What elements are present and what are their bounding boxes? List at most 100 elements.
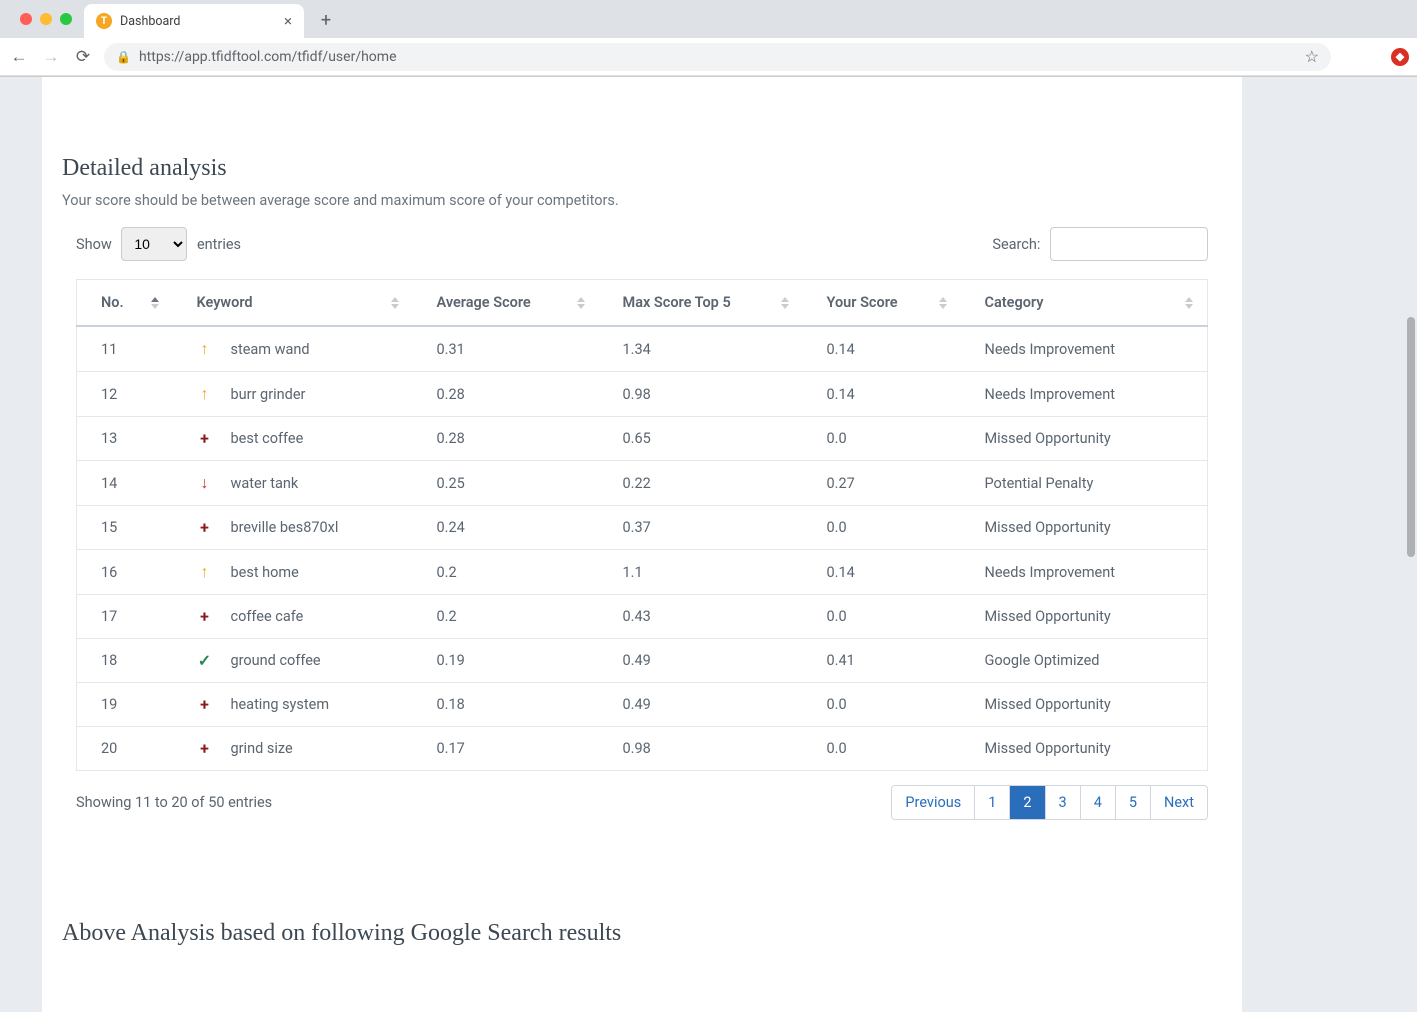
tab-title: Dashboard bbox=[120, 14, 180, 29]
close-tab-button[interactable]: × bbox=[284, 12, 292, 30]
table-row: 19+heating system0.180.490.0Missed Oppor… bbox=[77, 683, 1208, 727]
cell-your: 0.14 bbox=[803, 550, 961, 595]
cell-no: 16 bbox=[77, 550, 173, 595]
show-label: Show bbox=[76, 236, 112, 253]
cell-no: 17 bbox=[77, 595, 173, 639]
keyword-text: ground coffee bbox=[231, 652, 321, 669]
keyword-text: heating system bbox=[231, 696, 330, 713]
table-row: 14↓water tank0.250.220.27Potential Penal… bbox=[77, 461, 1208, 506]
bookmark-star-icon[interactable]: ☆ bbox=[1305, 47, 1319, 66]
section-subtitle: Your score should be between average sco… bbox=[62, 192, 1222, 209]
sort-icon bbox=[391, 297, 399, 309]
keyword-text: grind size bbox=[231, 740, 293, 757]
keyword-text: coffee cafe bbox=[231, 608, 304, 625]
pagination-page-4[interactable]: 4 bbox=[1080, 786, 1115, 819]
cell-category: Missed Opportunity bbox=[961, 506, 1208, 550]
trend-up-icon: ↑ bbox=[197, 339, 213, 359]
entries-select[interactable]: 10 bbox=[121, 227, 187, 261]
cell-category: Needs Improvement bbox=[961, 326, 1208, 372]
col-header-category[interactable]: Category bbox=[961, 280, 1208, 327]
cell-category: Needs Improvement bbox=[961, 550, 1208, 595]
cell-avg: 0.28 bbox=[413, 372, 599, 417]
cell-your: 0.27 bbox=[803, 461, 961, 506]
cell-your: 0.0 bbox=[803, 727, 961, 771]
search-control: Search: bbox=[992, 227, 1208, 261]
cell-your: 0.0 bbox=[803, 506, 961, 550]
trend-plus-icon: + bbox=[197, 518, 213, 537]
cell-keyword: + best coffee bbox=[173, 417, 413, 461]
keyword-text: best home bbox=[231, 564, 299, 581]
cell-max: 0.98 bbox=[599, 372, 803, 417]
cell-max: 0.49 bbox=[599, 683, 803, 727]
table-controls: Show 10 entries Search: bbox=[76, 227, 1208, 261]
cell-no: 15 bbox=[77, 506, 173, 550]
back-button[interactable]: ← bbox=[8, 46, 30, 68]
cell-keyword: ✓ground coffee bbox=[173, 639, 413, 683]
trend-plus-icon: + bbox=[197, 607, 213, 626]
cell-avg: 0.17 bbox=[413, 727, 599, 771]
keyword-text: best coffee bbox=[231, 430, 304, 447]
table-row: 18✓ground coffee0.190.490.41Google Optim… bbox=[77, 639, 1208, 683]
minimize-window-button[interactable] bbox=[40, 13, 52, 25]
keyword-text: steam wand bbox=[231, 341, 310, 358]
col-header-no[interactable]: No. bbox=[77, 280, 173, 327]
scrollbar-thumb[interactable] bbox=[1407, 317, 1415, 557]
cell-keyword: +breville bes870xl bbox=[173, 506, 413, 550]
pagination-page-1[interactable]: 1 bbox=[974, 786, 1009, 819]
table-row: 13+best coffee0.280.650.0Missed Opportun… bbox=[77, 417, 1208, 461]
pagination-page-2[interactable]: 2 bbox=[1009, 786, 1044, 819]
table-row: 15+breville bes870xl0.240.370.0Missed Op… bbox=[77, 506, 1208, 550]
col-header-your[interactable]: Your Score bbox=[803, 280, 961, 327]
sort-icon bbox=[1185, 297, 1193, 309]
keyword-text: water tank bbox=[231, 475, 299, 492]
sort-icon bbox=[781, 297, 789, 309]
cell-category: Google Optimized bbox=[961, 639, 1208, 683]
cell-category: Missed Opportunity bbox=[961, 683, 1208, 727]
table-row: 11↑steam wand0.311.340.14Needs Improveme… bbox=[77, 326, 1208, 372]
pagination-next[interactable]: Next bbox=[1150, 786, 1207, 819]
cell-keyword: ↑ best home bbox=[173, 550, 413, 595]
browser-tab[interactable]: T Dashboard × bbox=[84, 4, 304, 38]
address-bar[interactable]: 🔒 https://app.tfidftool.com/tfidf/user/h… bbox=[104, 43, 1331, 71]
cell-max: 0.37 bbox=[599, 506, 803, 550]
trend-down-icon: ↓ bbox=[197, 473, 213, 493]
col-header-keyword[interactable]: Keyword bbox=[173, 280, 413, 327]
close-window-button[interactable] bbox=[20, 13, 32, 25]
cell-max: 0.49 bbox=[599, 639, 803, 683]
cell-no: 18 bbox=[77, 639, 173, 683]
cell-max: 1.34 bbox=[599, 326, 803, 372]
trend-plus-icon: + bbox=[197, 429, 213, 448]
cell-no: 14 bbox=[77, 461, 173, 506]
reload-button[interactable]: ⟳ bbox=[72, 46, 94, 68]
cell-category: Potential Penalty bbox=[961, 461, 1208, 506]
pagination-page-5[interactable]: 5 bbox=[1115, 786, 1150, 819]
pagination-page-3[interactable]: 3 bbox=[1045, 786, 1080, 819]
pagination-prev[interactable]: Previous bbox=[892, 786, 974, 819]
cell-keyword: ↑burr grinder bbox=[173, 372, 413, 417]
cell-no: 11 bbox=[77, 326, 173, 372]
cell-your: 0.14 bbox=[803, 372, 961, 417]
extension-icon[interactable]: ◆ bbox=[1391, 48, 1409, 66]
cell-category: Needs Improvement bbox=[961, 372, 1208, 417]
cell-keyword: +grind size bbox=[173, 727, 413, 771]
cell-no: 13 bbox=[77, 417, 173, 461]
search-input[interactable] bbox=[1050, 227, 1208, 261]
forward-button[interactable]: → bbox=[40, 46, 62, 68]
table-row: 16↑best home0.21.10.14Needs Improvement bbox=[77, 550, 1208, 595]
col-header-max[interactable]: Max Score Top 5 bbox=[599, 280, 803, 327]
cell-max: 1.1 bbox=[599, 550, 803, 595]
trend-up-icon: ↑ bbox=[197, 562, 213, 582]
new-tab-button[interactable]: + bbox=[312, 6, 340, 34]
cell-avg: 0.2 bbox=[413, 595, 599, 639]
section-title: Detailed analysis bbox=[62, 77, 1222, 182]
cell-keyword: ↑ steam wand bbox=[173, 326, 413, 372]
cell-max: 0.98 bbox=[599, 727, 803, 771]
tab-strip: T Dashboard × + bbox=[0, 0, 1417, 38]
table-row: 20+grind size0.170.980.0Missed Opportuni… bbox=[77, 727, 1208, 771]
cell-your: 0.14 bbox=[803, 326, 961, 372]
keyword-text: burr grinder bbox=[231, 386, 306, 403]
col-header-avg[interactable]: Average Score bbox=[413, 280, 599, 327]
table-footer: Showing 11 to 20 of 50 entries Previous1… bbox=[76, 785, 1208, 820]
cell-max: 0.22 bbox=[599, 461, 803, 506]
maximize-window-button[interactable] bbox=[60, 13, 72, 25]
